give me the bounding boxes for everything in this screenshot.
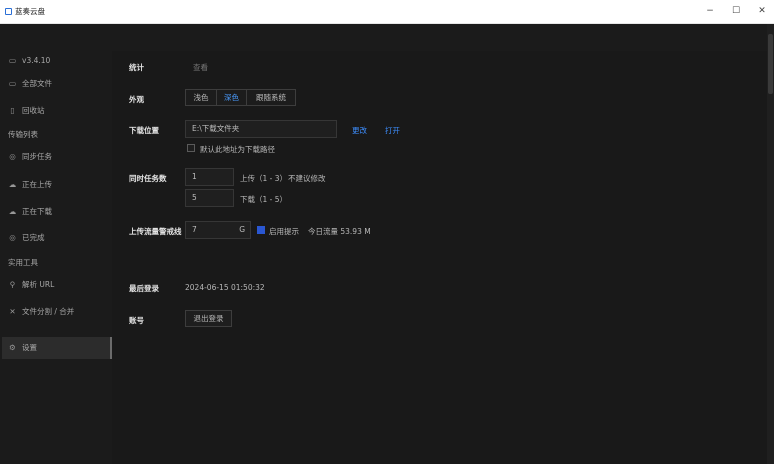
account-label: 账号 bbox=[129, 316, 144, 325]
last-login-label: 最后登录 bbox=[129, 284, 159, 293]
sidebar-item-parse-url[interactable]: ⚲ 解析 URL bbox=[0, 276, 112, 294]
sidebar-item-completed[interactable]: ◎ 已完成 bbox=[0, 229, 112, 247]
upload-tasks-input[interactable]: 1 bbox=[185, 168, 234, 186]
trash-icon: ▯ bbox=[10, 106, 15, 115]
eye-icon: ◎ bbox=[9, 152, 16, 161]
traffic-alert-checkbox[interactable] bbox=[257, 226, 265, 234]
version-item[interactable]: ▭ v3.4.10 bbox=[0, 52, 112, 70]
download-tasks-hint: 下载（1 - 5） bbox=[240, 195, 288, 204]
gear-icon: ⚙ bbox=[9, 343, 16, 352]
cloud-download-icon: ☁ bbox=[8, 207, 17, 216]
sidebar-item-sync[interactable]: ◎ 同步任务 bbox=[0, 148, 112, 166]
printer-icon: ▭ bbox=[8, 56, 17, 65]
top-strip bbox=[0, 24, 774, 51]
stats-view-link[interactable]: 查看 bbox=[193, 62, 208, 73]
theme-system-option[interactable]: 跟随系统 bbox=[247, 90, 295, 105]
maximize-button[interactable]: ☐ bbox=[728, 4, 744, 18]
sidebar-item-uploading[interactable]: ☁ 正在上传 bbox=[0, 176, 112, 194]
download-path-input[interactable]: E:\下载文件夹 bbox=[185, 120, 337, 138]
app-icon bbox=[5, 8, 12, 15]
upload-tasks-hint: 上传（1 - 3） bbox=[240, 174, 288, 183]
appearance-segmented: 浅色 深色 跟随系统 bbox=[185, 89, 296, 106]
appearance-label: 外观 bbox=[129, 95, 144, 104]
scrollbar[interactable] bbox=[767, 24, 774, 464]
traffic-limit-unit: G bbox=[239, 225, 245, 234]
default-path-checkbox[interactable] bbox=[187, 144, 195, 152]
download-tasks-input[interactable]: 5 bbox=[185, 189, 234, 207]
concurrent-tasks-label: 同时任务数 bbox=[129, 174, 167, 183]
traffic-limit-input[interactable]: 7 G bbox=[185, 221, 251, 239]
download-location-label: 下载位置 bbox=[129, 126, 159, 135]
sidebar-item-split-merge[interactable]: ✕ 文件分割 / 合并 bbox=[0, 303, 112, 321]
traffic-limit-value: 7 bbox=[192, 225, 197, 234]
sidebar: ▭ v3.4.10 ▭ 全部文件 ▯ 回收站 传输列表 ◎ 同步任务 ☁ 正在上… bbox=[0, 51, 112, 464]
close-button[interactable]: ✕ bbox=[754, 4, 770, 18]
sidebar-item-downloading[interactable]: ☁ 正在下载 bbox=[0, 203, 112, 221]
title-bar: 蓝奏云盘 − ☐ ✕ bbox=[0, 0, 774, 24]
default-path-label: 默认此地址为下载路径 bbox=[200, 145, 275, 154]
theme-light-option[interactable]: 浅色 bbox=[186, 90, 216, 105]
check-circle-icon: ◎ bbox=[9, 233, 16, 242]
sidebar-section-transfer: 传输列表 bbox=[8, 130, 38, 139]
change-path-link[interactable]: 更改 bbox=[352, 125, 367, 136]
sidebar-item-all-files[interactable]: ▭ 全部文件 bbox=[0, 75, 112, 93]
today-traffic-text: 今日流量 53.93 M bbox=[308, 227, 371, 236]
scissors-icon: ✕ bbox=[9, 307, 16, 316]
window-title: 蓝奏云盘 bbox=[15, 7, 45, 16]
traffic-alert-label: 启用提示 bbox=[269, 227, 299, 236]
folder-icon: ▭ bbox=[8, 79, 17, 88]
last-login-value: 2024-06-15 01:50:32 bbox=[185, 283, 265, 292]
link-icon: ⚲ bbox=[9, 280, 16, 289]
open-path-link[interactable]: 打开 bbox=[385, 125, 400, 136]
traffic-limit-label: 上传流量警戒线 bbox=[129, 227, 182, 236]
logout-button[interactable]: 退出登录 bbox=[185, 310, 232, 327]
theme-dark-option[interactable]: 深色 bbox=[217, 90, 246, 105]
sidebar-item-settings[interactable]: ⚙ 设置 bbox=[2, 337, 112, 359]
upload-tasks-warning: 不建议修改 bbox=[288, 174, 326, 183]
sidebar-section-tools: 实用工具 bbox=[8, 258, 38, 267]
minimize-button[interactable]: − bbox=[702, 4, 718, 18]
cloud-upload-icon: ☁ bbox=[8, 180, 17, 189]
sidebar-item-recycle[interactable]: ▯ 回收站 bbox=[0, 102, 112, 120]
settings-panel: 统计 查看 外观 浅色 深色 跟随系统 下载位置 E:\下载文件夹 更改 打开 … bbox=[112, 51, 767, 464]
scrollbar-thumb[interactable] bbox=[768, 34, 773, 94]
stats-label: 统计 bbox=[129, 63, 144, 72]
